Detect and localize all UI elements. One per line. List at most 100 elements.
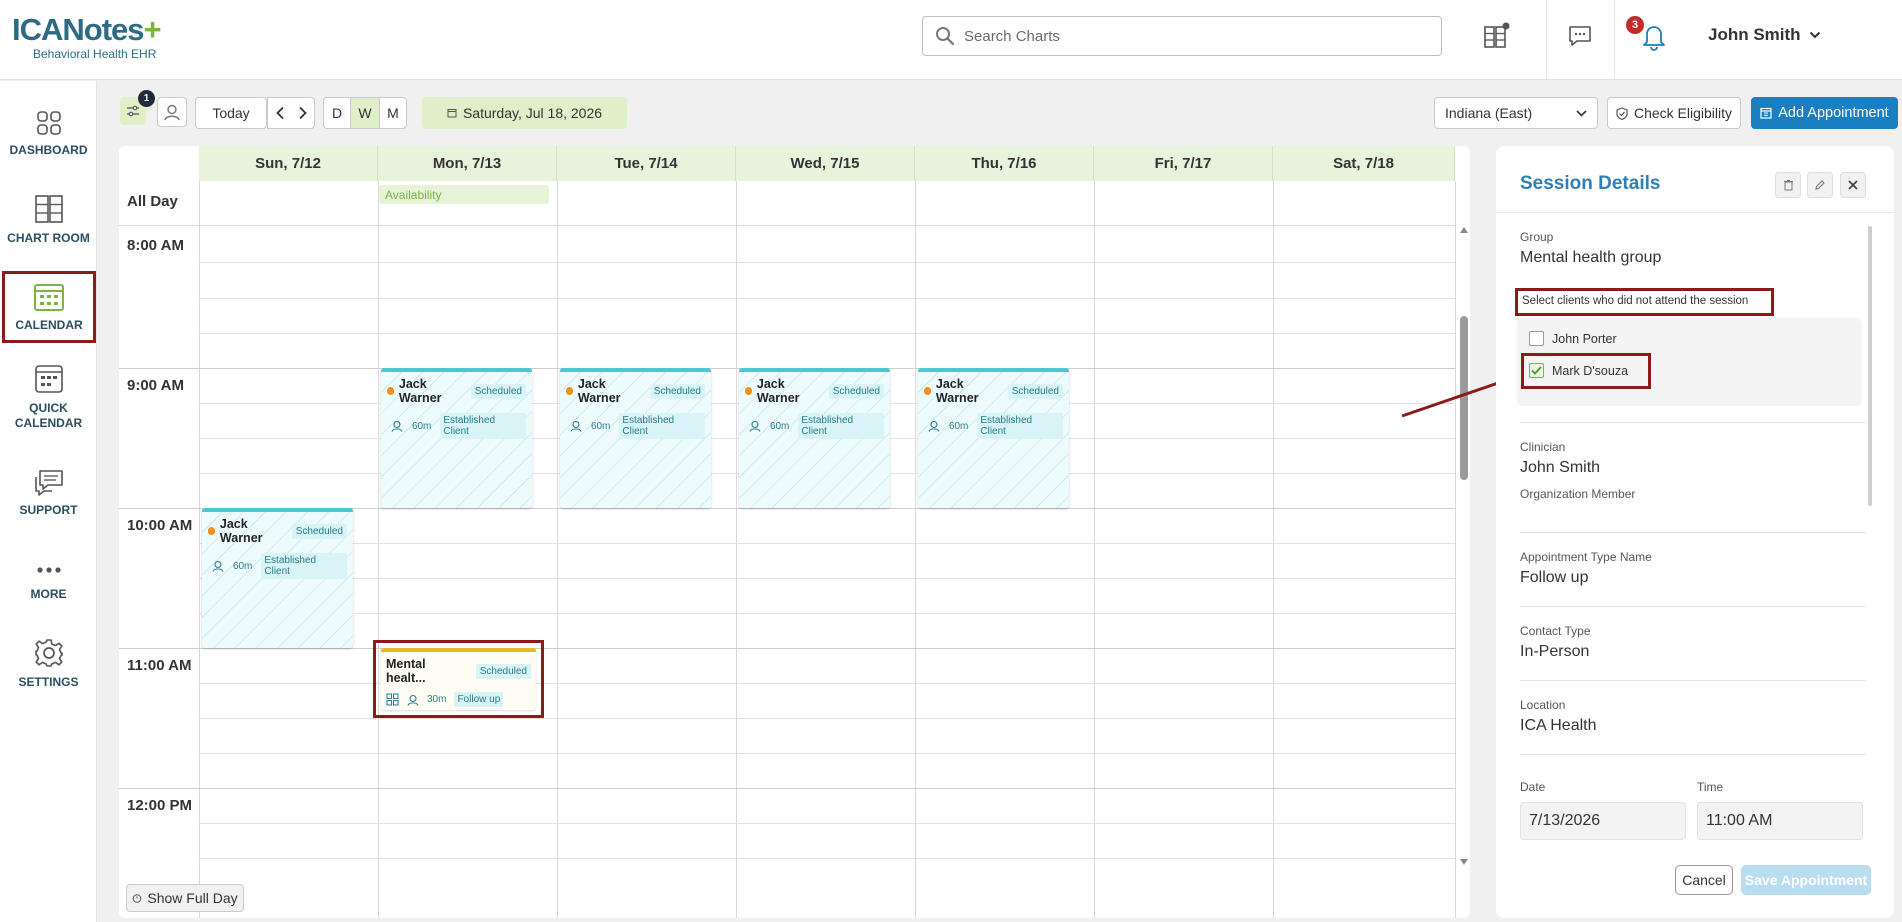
status-badge: Scheduled <box>291 523 347 539</box>
gear-icon <box>34 639 63 667</box>
calendar-icon <box>34 283 64 311</box>
divider <box>1614 0 1615 80</box>
all-day-row: All Day Availability <box>119 181 1455 226</box>
sidebar-item-label: DASHBOARD <box>9 143 88 157</box>
calendar-plus-icon <box>1760 107 1772 119</box>
user-menu[interactable]: John Smith <box>1708 25 1821 45</box>
check-eligibility-button[interactable]: Check Eligibility <box>1607 97 1741 129</box>
save-appointment-button[interactable]: Save Appointment <box>1741 865 1871 895</box>
appointment-card[interactable]: Jack Warner Scheduled 60m Established Clie… <box>202 508 353 648</box>
appointment-duration: 60m <box>948 420 969 432</box>
time-label: 8:00 AM <box>127 237 184 254</box>
org-member-label: Organization Member <box>1520 487 1636 501</box>
person-icon <box>570 420 582 432</box>
status-badge: Scheduled <box>649 383 705 399</box>
calendar-small-icon <box>447 109 457 118</box>
search-input[interactable] <box>964 27 1424 45</box>
appt-type-value: Follow up <box>1520 569 1589 586</box>
session-details-panel: Session Details Group Mental health grou… <box>1496 146 1894 918</box>
availability-block[interactable]: Availability <box>379 185 549 204</box>
sidebar-item-calendar[interactable]: CALENDAR <box>2 271 96 343</box>
appointment-client: Jack Warner <box>398 377 442 405</box>
appointment-title: Mental healt... <box>386 657 426 685</box>
checkbox-unchecked[interactable] <box>1529 331 1544 346</box>
appointment-card[interactable]: Jack Warner Scheduled 60m Established Clie… <box>560 368 711 508</box>
chevron-left-icon[interactable] <box>275 106 285 120</box>
person-icon <box>391 420 403 432</box>
contact-type-value: In-Person <box>1520 643 1590 660</box>
appointment-card[interactable]: Jack Warner Scheduled 60m Established Clie… <box>381 368 532 508</box>
person-icon <box>164 104 180 121</box>
quick-calendar-icon <box>34 365 63 393</box>
checkbox-checked[interactable] <box>1529 363 1544 378</box>
day-header: Wed, 7/15 <box>736 146 915 181</box>
delete-button[interactable] <box>1775 172 1801 198</box>
cancel-button[interactable]: Cancel <box>1675 865 1733 895</box>
sidebar-item-label: CALENDAR <box>15 317 83 332</box>
app-logo[interactable]: ICANotes+ Behavioral Health EHR <box>12 14 162 61</box>
calendar-scrollbar[interactable] <box>1458 226 1470 866</box>
appointment-duration: 60m <box>232 560 253 572</box>
add-appointment-button[interactable]: Add Appointment <box>1751 97 1898 129</box>
day-header: Mon, 7/13 <box>378 146 557 181</box>
scroll-up-icon[interactable] <box>1459 226 1469 234</box>
sidebar-item-support[interactable]: SUPPORT <box>0 467 97 518</box>
logo-subtitle: Behavioral Health EHR <box>33 47 157 61</box>
file-cabinet-icon <box>1484 22 1510 48</box>
view-month-button[interactable]: M <box>379 97 407 129</box>
sidebar-item-label: QUICK CALENDAR <box>14 401 83 430</box>
client-checkbox-row[interactable]: Mark D'souza <box>1529 363 1628 378</box>
sidebar-item-chart-room[interactable]: CHART ROOM <box>0 193 97 246</box>
time-input[interactable]: 11:00 AM <box>1697 802 1863 840</box>
date-input[interactable]: 7/13/2026 <box>1520 802 1686 840</box>
appointment-client: Jack Warner <box>756 377 800 405</box>
view-week-button[interactable]: W <box>350 97 380 129</box>
chart-cabinet-add-button[interactable] <box>1476 16 1516 56</box>
provider-select-button[interactable] <box>157 97 187 127</box>
sidebar-item-settings[interactable]: SETTINGS <box>0 637 97 690</box>
show-full-day-label: Show Full Day <box>147 890 238 906</box>
appointment-type: Established Client <box>261 553 347 579</box>
appointment-card[interactable]: Jack Warner Scheduled 60m Established Clie… <box>918 368 1069 508</box>
trash-icon <box>1783 180 1793 191</box>
view-day-button[interactable]: D <box>323 97 351 129</box>
chevron-right-icon[interactable] <box>298 106 308 120</box>
status-dot-icon <box>387 387 394 395</box>
date-picker-button[interactable]: Saturday, Jul 18, 2026 <box>422 97 627 129</box>
divider <box>1496 212 1894 213</box>
status-dot-icon <box>745 387 752 395</box>
scroll-down-icon[interactable] <box>1459 858 1469 866</box>
messages-button[interactable] <box>1560 16 1600 56</box>
attendance-prompt: Select clients who did not attend the se… <box>1522 295 1749 307</box>
attendance-prompt-highlight: Select clients who did not attend the se… <box>1515 288 1774 316</box>
show-full-day-button[interactable]: Show Full Day <box>126 884 244 912</box>
edit-button[interactable] <box>1807 172 1833 198</box>
column-divider <box>736 181 737 918</box>
close-button[interactable] <box>1840 172 1866 198</box>
appointment-client: Jack Warner <box>219 517 263 545</box>
today-button[interactable]: Today <box>195 97 267 129</box>
client-checkbox-row[interactable]: John Porter <box>1529 331 1617 346</box>
appointment-duration: 60m <box>590 420 611 432</box>
divider <box>1520 532 1866 533</box>
appointment-card[interactable]: Jack Warner Scheduled 60m Established Clie… <box>739 368 890 508</box>
appointment-type: Established Client <box>619 413 705 439</box>
divider <box>1546 0 1547 80</box>
appointment-type: Follow up <box>454 692 504 707</box>
group-appointment-card[interactable]: Mental healt... Scheduled 30m Follow up <box>381 648 536 710</box>
panel-scrollbar[interactable] <box>1868 226 1872 506</box>
person-icon <box>749 420 761 432</box>
sidebar-item-label: SETTINGS <box>18 675 79 689</box>
search-box[interactable] <box>922 16 1442 56</box>
day-header: Thu, 7/16 <box>915 146 1094 181</box>
sidebar-item-quick-calendar[interactable]: QUICK CALENDAR <box>0 363 97 431</box>
time-label: Time <box>1697 780 1724 794</box>
sidebar-item-dashboard[interactable]: DASHBOARD <box>0 109 97 158</box>
sidebar-item-more[interactable]: MORE <box>0 559 97 602</box>
sidebar-item-label: SUPPORT <box>19 503 78 517</box>
calendar-toolbar: 1 Today D W M Saturday, Jul 18, 2026 Ind… <box>100 81 1902 141</box>
appt-type-label: Appointment Type Name <box>1520 550 1652 564</box>
shield-check-icon <box>1616 106 1628 120</box>
ellipsis-icon <box>36 567 61 573</box>
timezone-select[interactable]: Indiana (East) <box>1434 97 1598 129</box>
